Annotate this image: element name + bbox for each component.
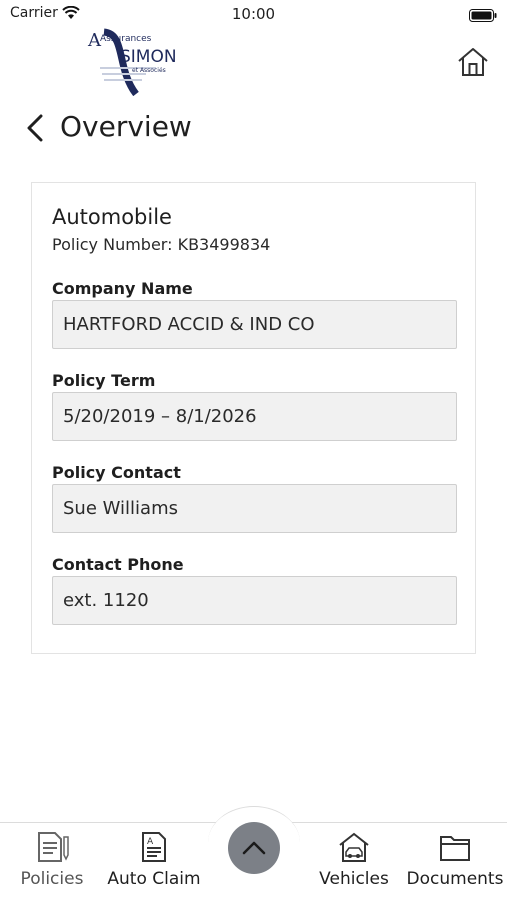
tab-vehicles[interactable]: Vehicles — [312, 823, 396, 901]
policy-number: Policy Number: KB3499834 — [52, 235, 271, 254]
chevron-left-icon — [27, 114, 43, 142]
page-title: Overview — [60, 110, 192, 143]
policy-contact-field: Sue Williams — [52, 484, 457, 533]
logo-line3: et Associés — [132, 67, 166, 74]
chevron-up-icon — [242, 841, 266, 855]
company-name-field: HARTFORD ACCID & IND CO — [52, 300, 457, 349]
policy-card: Automobile Policy Number: KB3499834 Comp… — [31, 182, 476, 654]
tab-policies-label: Policies — [20, 869, 84, 889]
logo-line2: SIMON — [120, 47, 177, 67]
status-bar: Carrier 10:00 — [0, 0, 507, 28]
tab-documents-label: Documents — [406, 869, 504, 889]
company-name-label: Company Name — [52, 279, 193, 298]
auto-claim-icon: A — [142, 832, 166, 862]
logo-line1: Assurances — [100, 34, 152, 44]
vehicles-icon — [339, 832, 369, 862]
policy-term-label: Policy Term — [52, 371, 156, 390]
tab-auto-claim-label: Auto Claim — [107, 869, 201, 889]
company-logo: A Assurances SIMON et Associés — [86, 28, 186, 97]
scroll-up-button[interactable] — [228, 822, 280, 874]
battery-icon — [469, 7, 497, 26]
tab-documents[interactable]: Documents — [406, 823, 504, 901]
home-icon — [458, 48, 488, 76]
policy-contact-label: Policy Contact — [52, 463, 181, 482]
policy-term-field: 5/20/2019 – 8/1/2026 — [52, 392, 457, 441]
status-time: 10:00 — [231, 5, 276, 23]
documents-icon — [440, 836, 470, 861]
policies-icon — [38, 832, 69, 862]
svg-text:A: A — [147, 837, 154, 847]
tab-auto-claim[interactable]: A Auto Claim — [106, 823, 202, 901]
back-button[interactable] — [24, 114, 48, 142]
tab-vehicles-label: Vehicles — [319, 869, 389, 889]
policy-type: Automobile — [52, 205, 172, 229]
tab-policies[interactable]: Policies — [8, 823, 96, 901]
contact-phone-label: Contact Phone — [52, 555, 184, 574]
contact-phone-field[interactable]: ext. 1120 — [52, 576, 457, 625]
home-button[interactable] — [456, 46, 490, 78]
